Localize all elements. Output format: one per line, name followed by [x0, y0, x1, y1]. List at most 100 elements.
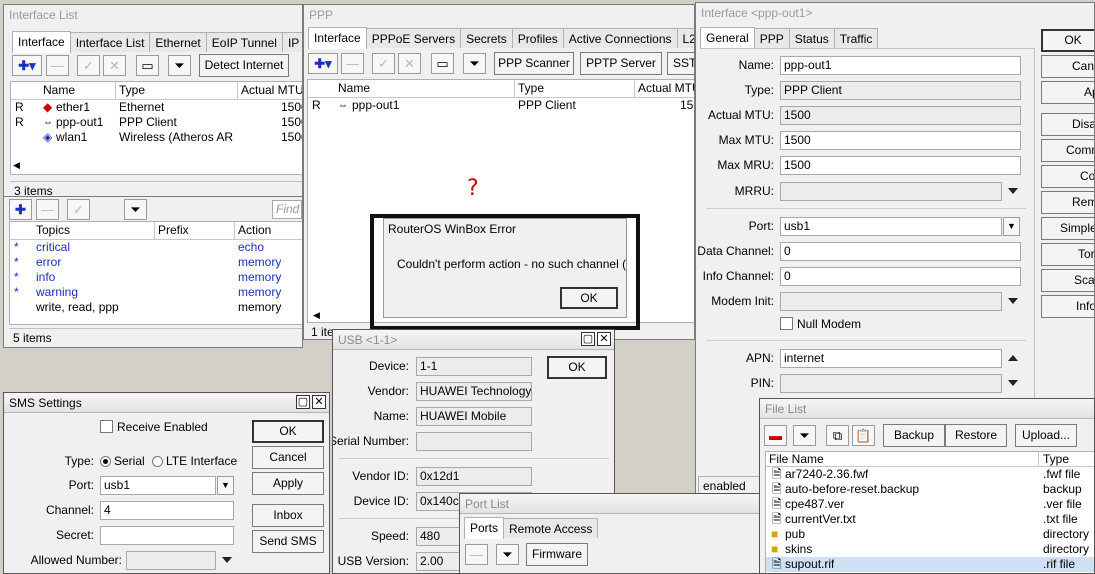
ok-button[interactable]: OK — [1041, 29, 1094, 52]
allowed-number-dropdown-icon[interactable] — [222, 557, 232, 563]
tab-eoip-tunnel[interactable]: EoIP Tunnel — [205, 32, 283, 52]
tab-profiles[interactable]: Profiles — [511, 28, 564, 48]
comment-icon[interactable]: ▭ — [431, 53, 454, 74]
detect-internet-button[interactable]: Detect Internet — [199, 54, 289, 77]
port-dropdown-icon[interactable]: ▼ — [1003, 217, 1020, 236]
cancel-button[interactable]: Cancel — [252, 446, 324, 469]
tab-pppoe-servers[interactable]: PPPoE Servers — [365, 28, 462, 48]
remove-button[interactable]: Remove — [1041, 191, 1094, 214]
add-icon[interactable]: ✚ — [9, 199, 32, 220]
list-item[interactable]: 🗎 cpe487.ver .ver file — [766, 497, 1094, 512]
remove-icon[interactable]: — — [341, 53, 364, 74]
data-channel-field[interactable]: 0 — [780, 242, 1021, 261]
maximize-icon[interactable]: ▢ — [296, 395, 310, 409]
list-item[interactable]: 🗎 auto-before-reset.backup backup — [766, 482, 1094, 497]
list-item[interactable]: ■ pub directory — [766, 527, 1094, 542]
mrru-dropdown-icon[interactable] — [1008, 188, 1018, 194]
tab-general[interactable]: General — [700, 27, 755, 49]
tab-active-connections[interactable]: Active Connections — [562, 28, 678, 48]
tab-l2tp-secrets[interactable]: L2TP Secrets — [676, 28, 694, 48]
remove-icon[interactable]: — — [465, 544, 488, 565]
col-topics[interactable]: Topics — [36, 223, 70, 238]
tab-remote-access[interactable]: Remote Access — [503, 518, 599, 538]
col-name[interactable]: Name — [338, 81, 370, 96]
col-type[interactable]: Type — [119, 83, 145, 98]
enable-icon[interactable]: ✓ — [372, 53, 395, 74]
tab-ethernet[interactable]: Ethernet — [149, 32, 207, 52]
port-field[interactable]: usb1 — [100, 476, 216, 495]
secret-field[interactable] — [100, 526, 234, 545]
table-row[interactable]: ◈ wlan1 Wireless (Atheros AR9... 1500 — [11, 130, 302, 145]
list-item[interactable]: 🗎 currentVer.txt .txt file — [766, 512, 1094, 527]
inbox-button[interactable]: Inbox — [252, 504, 324, 527]
add-icon[interactable]: ✚▾ — [12, 55, 42, 76]
ok-button[interactable]: OK — [560, 287, 618, 309]
scan-button[interactable]: Scan... — [1041, 269, 1094, 292]
cancel-button[interactable]: Cancel — [1041, 55, 1094, 78]
tab-ppp[interactable]: PPP — [753, 28, 790, 48]
disable-icon[interactable]: ✕ — [103, 55, 126, 76]
tab-ip-tunnel[interactable]: IP Tunnel — [281, 32, 302, 52]
name-field[interactable]: ppp-out1 — [780, 56, 1021, 75]
col-name[interactable]: Name — [43, 83, 75, 98]
type-lte-radio[interactable]: LTE Interface — [152, 454, 237, 468]
find-input[interactable]: Find — [272, 200, 302, 219]
remove-icon[interactable]: — — [36, 199, 59, 220]
torch-button[interactable]: Torch — [1041, 243, 1094, 266]
tab-interface[interactable]: Interface — [12, 31, 71, 53]
allowed-number-field[interactable] — [126, 551, 216, 570]
apn-field[interactable]: internet — [780, 349, 1002, 368]
receive-enabled-checkbox[interactable]: Receive Enabled — [100, 420, 208, 434]
tab-interface-list[interactable]: Interface List — [69, 32, 151, 52]
close-icon[interactable]: ✕ — [312, 395, 326, 409]
enable-icon[interactable]: ✓ — [77, 55, 100, 76]
maximize-icon[interactable]: ▢ — [581, 332, 595, 346]
sstp-server-button[interactable]: SSTP Server — [667, 52, 694, 75]
disable-icon[interactable]: ✕ — [398, 53, 421, 74]
tab-secrets[interactable]: Secrets — [460, 28, 513, 48]
null-modem-checkbox[interactable]: Null Modem — [780, 317, 861, 331]
comment-icon[interactable]: ▭ — [136, 55, 159, 76]
upload-button[interactable]: Upload... — [1015, 424, 1077, 447]
table-row[interactable]: * warning memory — [10, 285, 302, 300]
filter-icon[interactable]: ⏷ — [168, 55, 191, 76]
ok-button[interactable]: OK — [252, 420, 324, 443]
table-row[interactable]: write, read, ppp memory — [10, 300, 302, 315]
close-icon[interactable]: ✕ — [597, 332, 611, 346]
ppp-scanner-button[interactable]: PPP Scanner — [494, 52, 574, 75]
max-mtu-field[interactable]: 1500 — [780, 131, 1021, 150]
firmware-button[interactable]: Firmware — [526, 543, 588, 566]
port-dropdown-icon[interactable]: ▼ — [217, 476, 234, 495]
simple-mode-button[interactable]: Simple Mode — [1041, 217, 1094, 240]
col-type[interactable]: Type — [1043, 452, 1069, 467]
remove-icon[interactable]: — — [46, 55, 69, 76]
table-row[interactable]: * error memory — [10, 255, 302, 270]
scroll-left-icon[interactable]: ◀ — [313, 310, 320, 321]
type-serial-radio[interactable]: Serial — [100, 454, 145, 468]
table-row[interactable]: R ⇔ ppp-out1 PPP Client 1500 — [308, 98, 694, 113]
scroll-left-icon[interactable]: ◀ — [13, 160, 20, 171]
col-action[interactable]: Action — [238, 223, 271, 238]
col-file-name[interactable]: File Name — [769, 452, 824, 467]
port-field[interactable]: usb1 — [780, 217, 1002, 236]
tab-interface[interactable]: Interface — [308, 27, 367, 49]
comment-button[interactable]: Comment — [1041, 139, 1094, 162]
copy-button[interactable]: Copy — [1041, 165, 1094, 188]
paste-icon[interactable]: 📋 — [852, 425, 875, 446]
remove-icon[interactable]: ▬ — [764, 425, 787, 446]
table-row[interactable]: * info memory — [10, 270, 302, 285]
add-icon[interactable]: ✚▾ — [308, 53, 338, 74]
col-type[interactable]: Type — [518, 81, 544, 96]
ok-button[interactable]: OK — [547, 356, 607, 379]
col-prefix[interactable]: Prefix — [158, 223, 189, 238]
table-row[interactable]: * critical echo — [10, 240, 302, 255]
info-channel-field[interactable]: 0 — [780, 267, 1021, 286]
send-sms-button[interactable]: Send SMS — [252, 530, 324, 553]
tab-ports[interactable]: Ports — [464, 517, 505, 539]
disable-button[interactable]: Disable — [1041, 113, 1094, 136]
info-button[interactable]: Info... — [1041, 295, 1094, 318]
table-row[interactable]: R ◆ ether1 Ethernet 1500 — [11, 100, 302, 115]
tab-traffic[interactable]: Traffic — [833, 28, 879, 48]
pin-dropdown-icon[interactable] — [1008, 380, 1018, 386]
copy-icon[interactable]: ⧉ — [826, 425, 849, 446]
